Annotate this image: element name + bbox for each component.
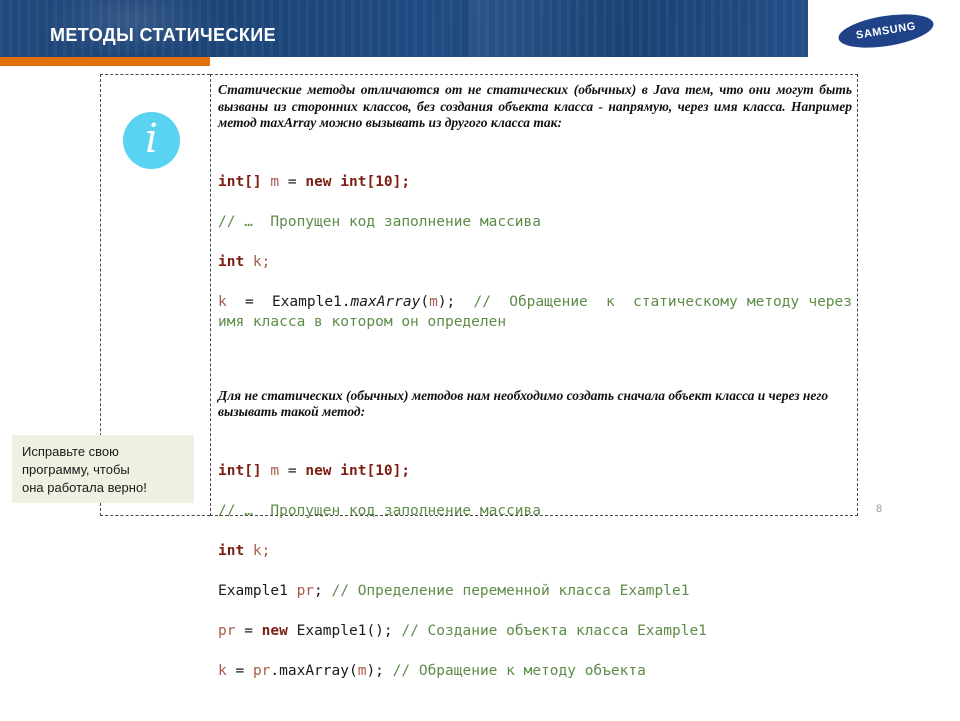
info-icon: i xyxy=(123,112,180,169)
variable-pr: pr xyxy=(218,622,236,639)
code-comment: // … Пропущен код заполнение массива xyxy=(218,502,542,519)
keyword-int: int xyxy=(218,173,245,190)
array-size: [10]; xyxy=(366,173,411,190)
code-line: int[] m = new int[10]; xyxy=(218,461,852,481)
keyword-int-2: int xyxy=(331,462,367,479)
paren-close: ); xyxy=(366,662,384,679)
code-comment: // Определение переменной класса Example… xyxy=(331,582,690,599)
code-line: int k; xyxy=(218,252,852,272)
keyword-new: new xyxy=(305,173,332,190)
header-accent-bar xyxy=(0,57,210,66)
code-comment: // Создание объекта класса Example1 xyxy=(392,622,707,639)
code-line: k = Example1.maxArray(m); // Обращение к… xyxy=(218,292,852,332)
semicolon: ; xyxy=(261,253,271,270)
second-paragraph: Для не статических (обычных) методов нам… xyxy=(218,387,829,420)
argument-m: m xyxy=(357,662,367,679)
intro-paragraph: Статические методы отличаются от не стат… xyxy=(218,82,852,130)
paren-close: ); xyxy=(437,293,456,310)
code-line: // … Пропущен код заполнение массива xyxy=(218,212,852,232)
variable-pr: pr xyxy=(296,582,315,599)
operator-assign: = xyxy=(279,173,306,190)
correction-callout: Исправьте свою программу, чтобы она рабо… xyxy=(12,435,194,503)
keyword-int: int xyxy=(218,542,245,559)
callout-line-3: она работала верно! xyxy=(22,480,147,495)
samsung-logo-wordmark: SAMSUNG xyxy=(855,20,917,42)
code-line: int[] m = new int[10]; xyxy=(218,172,852,192)
paren-open: ( xyxy=(420,293,430,310)
keyword-int: int xyxy=(218,462,245,479)
method-call: .maxArray( xyxy=(270,662,358,679)
keyword-new: new xyxy=(305,462,332,479)
code-line: k = pr.maxArray(m); // Обращение к метод… xyxy=(218,661,852,681)
variable-m: m xyxy=(270,173,280,190)
semicolon: ; xyxy=(261,542,271,559)
variable-k: k xyxy=(244,253,262,270)
code-comment: // Обращение к методу объекта xyxy=(383,662,646,679)
operator-assign: = xyxy=(226,662,253,679)
keyword-int-2: int xyxy=(331,173,367,190)
variable-pr: pr xyxy=(252,662,271,679)
array-brackets: [] xyxy=(244,173,271,190)
array-size: [10]; xyxy=(366,462,411,479)
constructor-call: Example1(); xyxy=(287,622,393,639)
slide-content: Статические методы отличаются от не стат… xyxy=(218,82,852,721)
variable-k: k xyxy=(244,542,262,559)
method-name: maxArray xyxy=(350,293,421,310)
callout-line-1: Исправьте свою xyxy=(22,444,119,459)
argument-m: m xyxy=(429,293,438,310)
keyword-int: int xyxy=(218,253,245,270)
operator-assign: = xyxy=(235,622,262,639)
code-block-instance: int[] m = new int[10]; // … Пропущен код… xyxy=(218,441,852,721)
samsung-logo: SAMSUNG xyxy=(836,8,936,54)
class-reference: Example1 xyxy=(218,582,297,599)
code-line: int k; xyxy=(218,541,852,561)
callout-line-2: программу, чтобы xyxy=(22,462,130,477)
page-number: 8 xyxy=(876,503,883,515)
code-line: pr = new Example1(); // Создание объекта… xyxy=(218,621,852,641)
code-line: Example1 pr; // Определение переменной к… xyxy=(218,581,852,601)
page-title: МЕТОДЫ СТАТИЧЕСКИЕ xyxy=(50,25,276,45)
code-line: // … Пропущен код заполнение массива xyxy=(218,501,852,521)
code-block-static: int[] m = new int[10]; // … Пропущен код… xyxy=(218,152,852,372)
variable-m: m xyxy=(270,462,280,479)
info-icon-glyph: i xyxy=(145,116,158,162)
array-brackets: [] xyxy=(244,462,271,479)
keyword-new: new xyxy=(261,622,288,639)
variable-k: k xyxy=(218,293,227,310)
class-reference: Example1. xyxy=(271,293,351,310)
variable-k: k xyxy=(218,662,227,679)
code-comment: // … Пропущен код заполнение массива xyxy=(218,213,542,230)
operator-assign: = xyxy=(279,462,306,479)
semicolon: ; xyxy=(314,582,332,599)
operator-assign: = xyxy=(226,293,272,310)
